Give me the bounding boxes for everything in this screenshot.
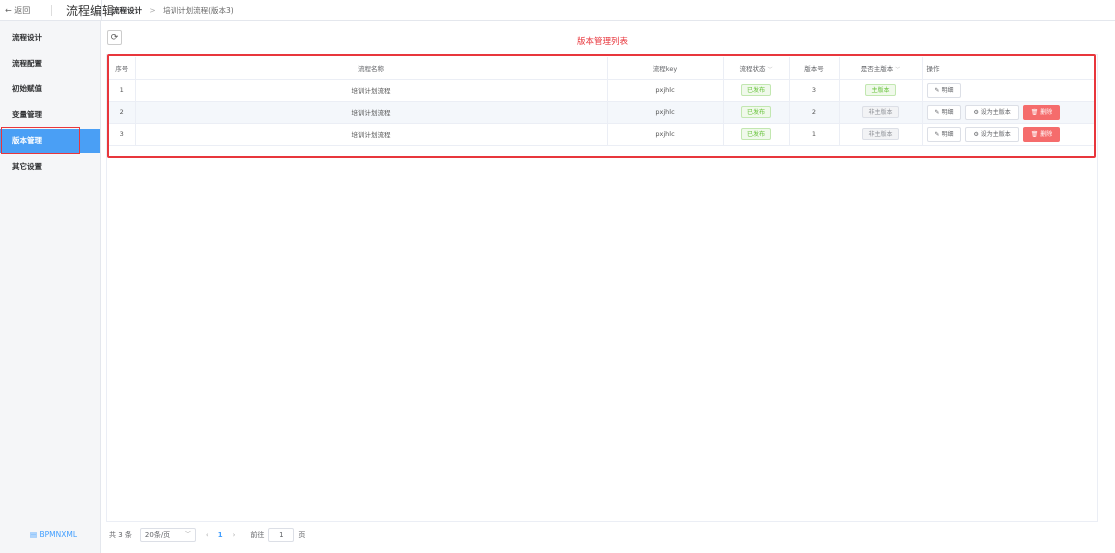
page-unit-label: 页 bbox=[298, 531, 306, 539]
sidebar-item-flow-config[interactable]: 流程配置 bbox=[0, 52, 100, 76]
goto-label: 前往 bbox=[250, 531, 265, 539]
page-size-select[interactable]: 20条/页 ﹀ bbox=[139, 528, 196, 542]
bpmnxml-label: BPMNXML bbox=[39, 530, 78, 539]
back-button[interactable]: ← 返回 bbox=[5, 5, 30, 16]
page-size-value: 20条/页 bbox=[144, 531, 171, 539]
page-number[interactable]: 1 bbox=[218, 531, 223, 539]
sidebar: 流程设计 流程配置 初始赋值 变量管理 版本管理 其它设置 ▤ BPMNXML bbox=[0, 21, 101, 553]
breadcrumb-separator: > bbox=[149, 6, 156, 15]
pagination: 共 3 条 20条/页 ﹀ ‹ 1 › 前往 1 页 bbox=[109, 528, 305, 542]
refresh-button[interactable]: ⟳ bbox=[107, 30, 122, 45]
sidebar-item-flow-design[interactable]: 流程设计 bbox=[0, 26, 100, 50]
breadcrumb: 流程设计 > 培训计划流程(版本3) bbox=[112, 5, 234, 16]
total-count: 共 3 条 bbox=[109, 531, 132, 539]
divider bbox=[101, 0, 102, 21]
goto-page-input[interactable]: 1 bbox=[268, 528, 295, 542]
sidebar-item-variable-manage[interactable]: 变量管理 bbox=[0, 103, 100, 127]
next-page-button[interactable]: › bbox=[233, 531, 236, 539]
breadcrumb-page: 培训计划流程(版本3) bbox=[163, 6, 234, 15]
divider bbox=[51, 5, 52, 16]
top-bar: ← 返回 流程编辑 流程设计 > 培训计划流程(版本3) bbox=[0, 0, 1115, 21]
app-title: 流程编辑 bbox=[66, 4, 115, 18]
sidebar-item-initial-assign[interactable]: 初始赋值 bbox=[0, 77, 100, 101]
sidebar-item-version-manage[interactable]: 版本管理 bbox=[0, 129, 100, 153]
prev-page-button[interactable]: ‹ bbox=[206, 531, 209, 539]
sidebar-item-other-settings[interactable]: 其它设置 bbox=[0, 155, 100, 179]
chevron-down-icon: ﹀ bbox=[184, 531, 191, 538]
highlight-box bbox=[107, 54, 1096, 158]
bpmnxml-button[interactable]: ▤ BPMNXML bbox=[30, 530, 77, 539]
list-title: 版本管理列表 bbox=[577, 37, 629, 47]
breadcrumb-current[interactable]: 流程设计 bbox=[112, 6, 142, 15]
refresh-icon: ⟳ bbox=[110, 32, 119, 43]
